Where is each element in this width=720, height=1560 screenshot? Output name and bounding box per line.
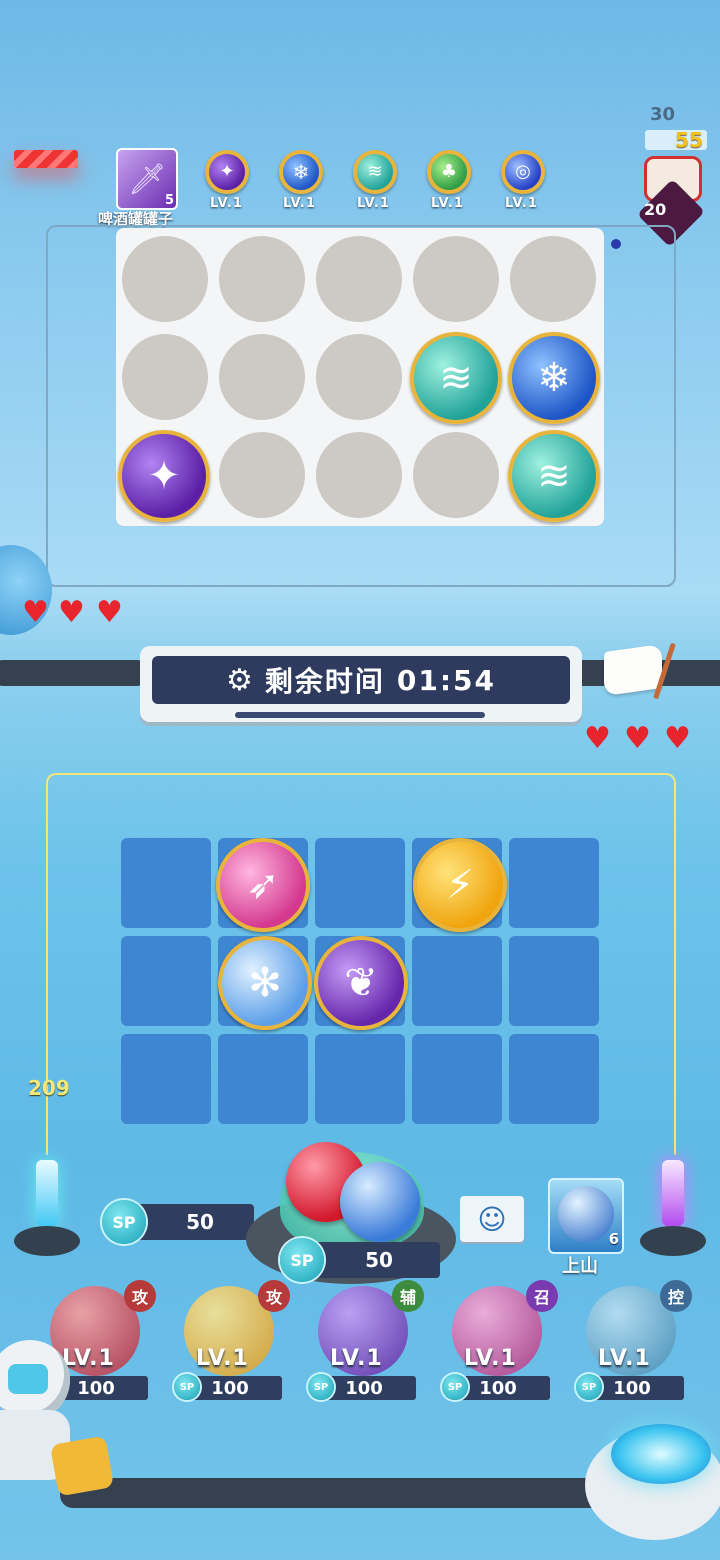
divider-pipe xyxy=(0,660,150,686)
deck-level-4: LV.1 xyxy=(431,196,464,211)
opponent-score-gold-bar: 55 xyxy=(645,128,707,152)
upgrade-level: LV.1 xyxy=(598,1346,651,1371)
board-slot xyxy=(316,432,402,518)
summon-sp-icon: SP xyxy=(280,1238,324,1282)
upgrade-level: LV.1 xyxy=(196,1346,249,1371)
vortex-orb-icon: ◎ xyxy=(501,150,545,194)
tag-badge: 召 xyxy=(526,1280,558,1312)
snowflake-orb-icon[interactable]: ✻ xyxy=(218,936,312,1030)
board-slot xyxy=(413,432,499,518)
upgrade-slot-5[interactable]: 控 LV.1 100 SP xyxy=(576,1280,706,1400)
opponent-deck: ✦ LV.1 ❄ LV.1 ≋ LV.1 ♣ LV.1 ◎ LV.1 xyxy=(205,150,555,212)
skill-badge: 6 xyxy=(608,1230,619,1248)
blue-orb-icon xyxy=(340,1162,420,1242)
opponent-heart-2: ♥ xyxy=(58,595,85,630)
tag-badge: 攻 xyxy=(258,1280,290,1312)
board-slot xyxy=(122,236,208,322)
player-heart-3: ♥ xyxy=(664,721,691,756)
leaf-orb-icon: ♣ xyxy=(427,150,471,194)
opponent-heart-1: ♥ xyxy=(22,595,49,630)
snowflake-orb-icon: ❄ xyxy=(279,150,323,194)
smiley-icon: ☺ xyxy=(477,1202,507,1236)
wave-counter: 209 xyxy=(28,1076,70,1100)
sp-total-value: 50 xyxy=(186,1210,214,1234)
gear-icon: ⚙ xyxy=(225,662,253,698)
sword-orb-icon: ✦ xyxy=(205,150,249,194)
surrender-flag-icon[interactable] xyxy=(598,640,678,702)
blade-orb-icon[interactable]: ➶ xyxy=(216,838,310,932)
opponent-score-top: 30 xyxy=(650,104,676,125)
wind-orb-icon: ≋ xyxy=(353,150,397,194)
player-heart-1: ♥ xyxy=(584,721,611,756)
upgrade-level: LV.1 xyxy=(330,1346,383,1371)
deck-level-5: LV.1 xyxy=(505,196,538,211)
sword-orb-icon: ✦ xyxy=(118,430,210,522)
wind-orb-icon: ≋ xyxy=(410,332,502,424)
tag-badge: 辅 xyxy=(392,1280,424,1312)
timer-panel: ⚙ 剩余时间 01:54 xyxy=(140,646,582,722)
skill-label: 上山 xyxy=(562,1256,598,1277)
board-slot xyxy=(316,334,402,420)
snowflake-orb-icon: ❄ xyxy=(508,332,600,424)
sword-icon: 🗡 xyxy=(127,161,167,197)
board-slot xyxy=(316,236,402,322)
tag-badge: 控 xyxy=(660,1280,692,1312)
opponent-level-badge: 5 xyxy=(164,193,174,208)
opponent-score-gold: 55 xyxy=(675,128,703,152)
board-slot xyxy=(219,236,305,322)
lightning-orb-icon[interactable]: ⚡ xyxy=(413,838,507,932)
upgrade-slot-4[interactable]: 召 LV.1 100 SP xyxy=(442,1280,572,1400)
board-slot xyxy=(510,236,596,322)
timer-label: 剩余时间 xyxy=(264,665,385,698)
sp-badge-icon: SP xyxy=(576,1374,602,1400)
board-slot xyxy=(122,334,208,420)
skill-button[interactable]: 6 xyxy=(548,1178,624,1254)
timer-bar xyxy=(235,712,485,718)
summon-cost-value: 50 xyxy=(365,1248,393,1272)
deck-level-2: LV.1 xyxy=(283,196,316,211)
board-slot xyxy=(219,432,305,518)
timer-inner: ⚙ 剩余时间 01:54 xyxy=(152,656,570,704)
emote-button[interactable]: ☺ xyxy=(460,1196,524,1242)
player-heart-2: ♥ xyxy=(624,721,651,756)
upgrade-level: LV.1 xyxy=(464,1346,517,1371)
upgrade-slot-3[interactable]: 辅 LV.1 100 SP xyxy=(308,1280,438,1400)
opponent-avatar[interactable]: 🗡 5 xyxy=(116,148,178,210)
ice-skill-icon xyxy=(558,1186,614,1242)
left-tower-icon xyxy=(12,1160,82,1270)
tag-badge: 攻 xyxy=(124,1280,156,1312)
opponent-score-small: 20 xyxy=(644,200,667,219)
opponent-red-barrier xyxy=(14,150,78,168)
board-slot xyxy=(219,334,305,420)
wind-orb-icon: ≋ xyxy=(508,430,600,522)
sp-badge-icon: SP xyxy=(442,1374,468,1400)
portal-icon xyxy=(575,1400,720,1560)
flower-icon xyxy=(49,1435,115,1497)
sp-total-bar: 50 xyxy=(130,1204,254,1240)
sp-badge-icon: SP xyxy=(308,1374,334,1400)
sp-badge-icon: SP xyxy=(102,1200,146,1244)
sp-badge-icon: SP xyxy=(174,1374,200,1400)
opponent-board: ≋ ❄ ✦ ≋ xyxy=(116,228,604,526)
spirit-orb-icon[interactable]: ❦ xyxy=(314,936,408,1030)
timer-value: 01:54 xyxy=(396,663,497,697)
deck-level-1: LV.1 xyxy=(210,196,243,211)
deck-level-3: LV.1 xyxy=(357,196,390,211)
upgrade-slot-2[interactable]: 攻 LV.1 100 SP xyxy=(174,1280,304,1400)
bottom-pipe xyxy=(60,1478,620,1508)
board-slot xyxy=(413,236,499,322)
right-tower-icon xyxy=(638,1160,708,1270)
opponent-heart-3: ♥ xyxy=(96,595,123,630)
